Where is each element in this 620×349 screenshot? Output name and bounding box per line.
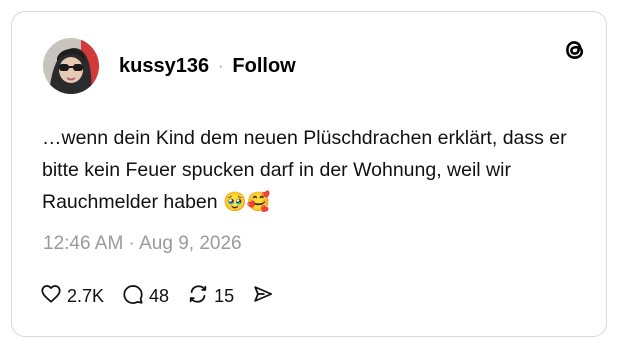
post-text: …wenn dein Kind dem neuen Plüschdrachen … — [42, 122, 582, 218]
like-count: 2.7K — [67, 286, 105, 306]
threads-logo-icon[interactable] — [561, 36, 589, 64]
separator-dot: · — [218, 57, 224, 75]
post-timestamp[interactable]: 12:46 AM · Aug 9, 2026 — [43, 233, 242, 255]
heart-icon — [40, 283, 67, 310]
post-emojis: 🥹🥰 — [223, 191, 271, 213]
share-button[interactable] — [252, 283, 279, 310]
post-card: kussy136 · Follow …wenn dein Kind dem ne… — [11, 11, 607, 337]
comment-button[interactable]: 48 — [122, 283, 169, 310]
username-link[interactable]: kussy136 — [119, 55, 209, 78]
follow-button[interactable]: Follow — [232, 55, 295, 78]
action-bar: 2.7K 48 15 — [40, 283, 297, 310]
comment-bubble-icon — [122, 283, 149, 310]
repost-button[interactable]: 15 — [187, 283, 234, 310]
repost-count: 15 — [214, 286, 235, 306]
repost-icon — [187, 283, 214, 310]
send-icon — [252, 283, 279, 310]
post-header: kussy136 · Follow — [119, 55, 296, 78]
comment-count: 48 — [149, 286, 170, 306]
like-button[interactable]: 2.7K — [40, 283, 104, 310]
post-body: …wenn dein Kind dem neuen Plüschdrachen … — [42, 127, 567, 213]
avatar[interactable] — [43, 38, 99, 94]
